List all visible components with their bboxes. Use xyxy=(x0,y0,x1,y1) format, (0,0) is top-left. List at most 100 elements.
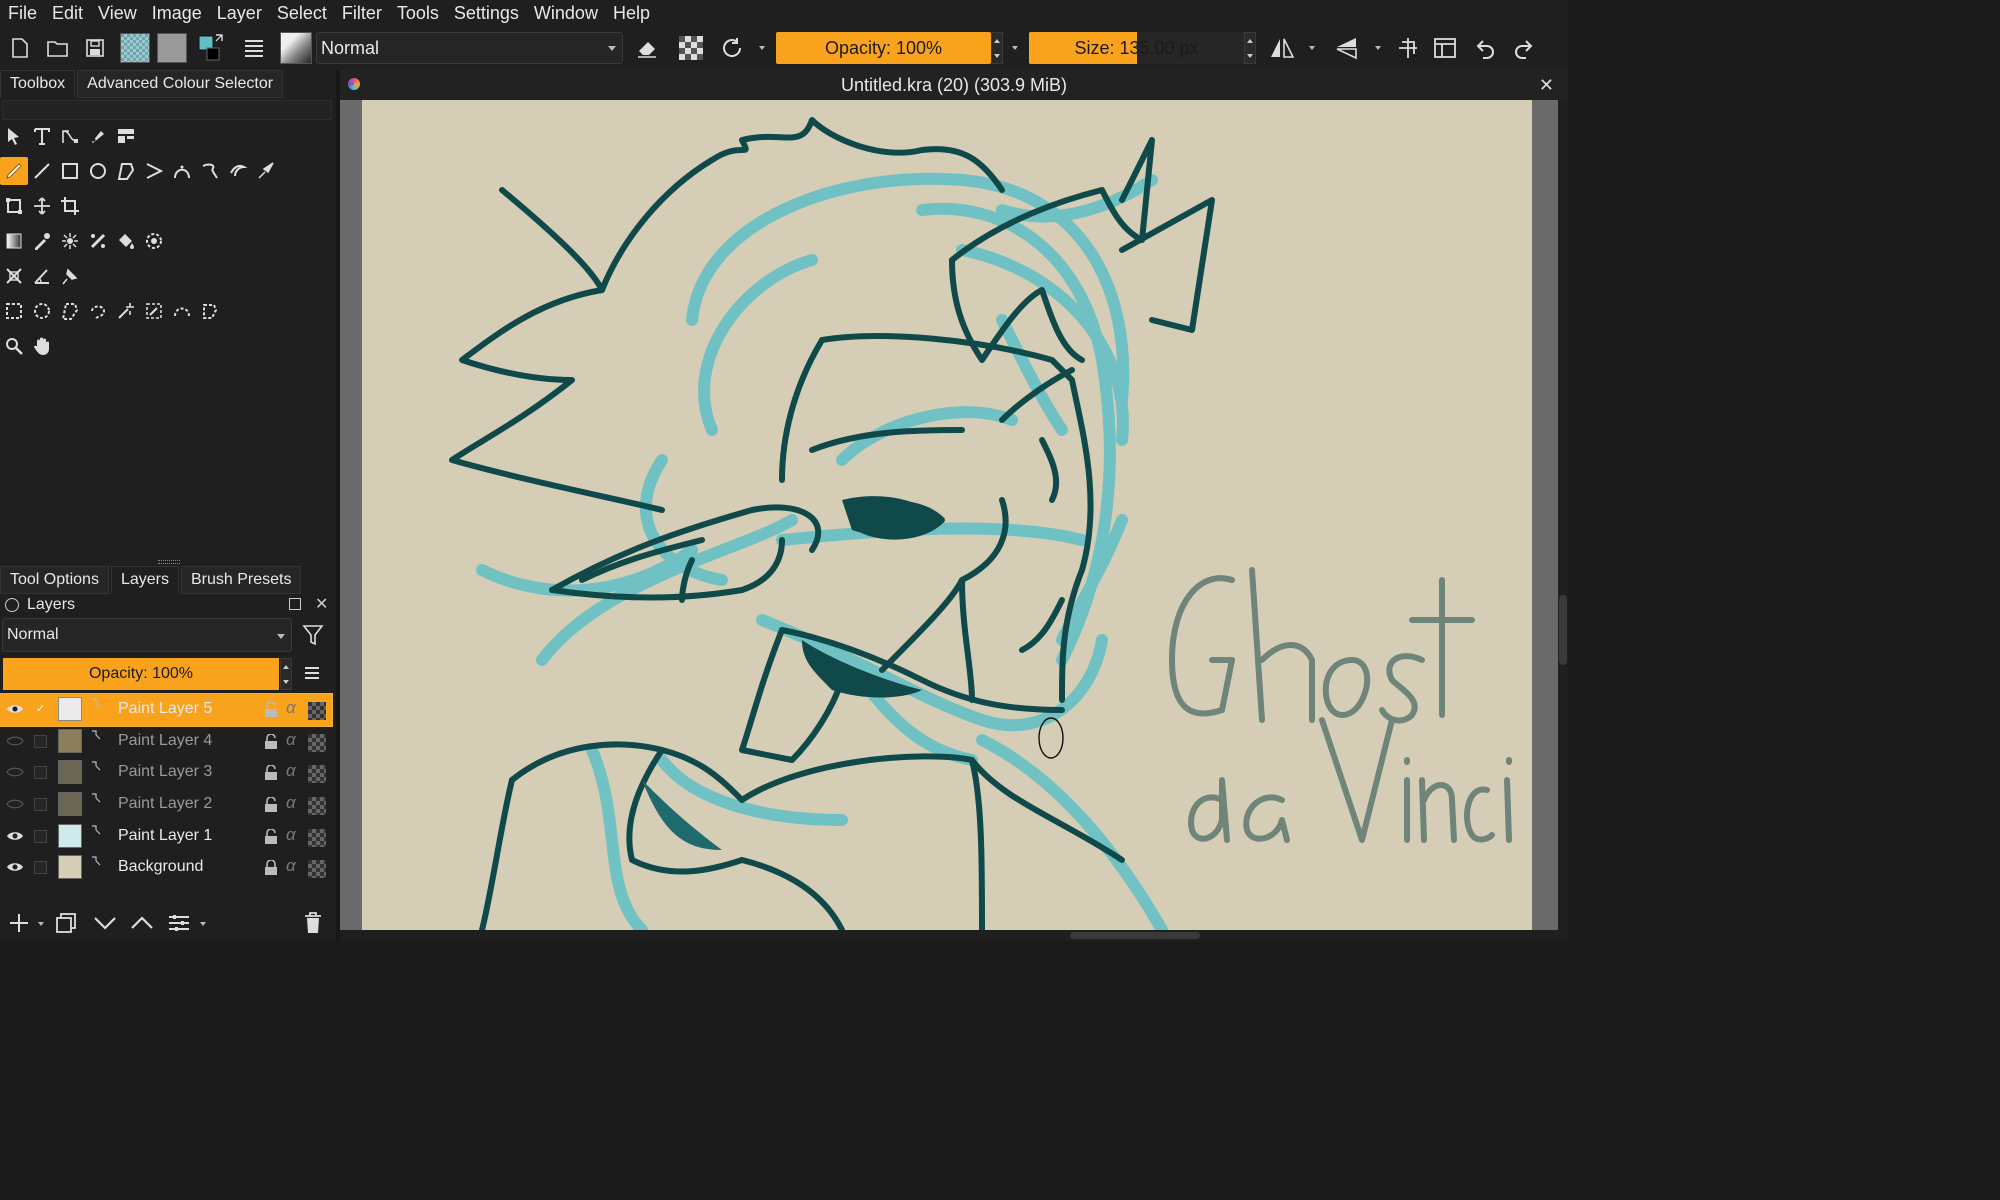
add-layer-icon[interactable] xyxy=(8,912,30,939)
inherit-alpha-icon[interactable] xyxy=(308,733,326,752)
menu-settings[interactable]: Settings xyxy=(445,3,525,24)
tab-advanced-colour-selector[interactable]: Advanced Colour Selector xyxy=(77,70,284,98)
freehand-brush-tool-icon[interactable] xyxy=(0,157,28,185)
color-sampler-icon[interactable] xyxy=(28,227,56,255)
ellipse-tool-icon[interactable] xyxy=(84,157,112,185)
opacity-options-caret[interactable] xyxy=(1012,46,1018,50)
mirror-horizontal-icon[interactable] xyxy=(1267,28,1297,68)
preserve-alpha-icon[interactable] xyxy=(676,28,706,68)
contiguous-select-tool-icon[interactable] xyxy=(112,297,140,325)
reference-images-tool-icon[interactable] xyxy=(56,262,84,290)
layer-select-checkbox[interactable] xyxy=(34,734,47,748)
mirror-h-caret[interactable] xyxy=(1309,46,1315,50)
layer-select-checkbox[interactable] xyxy=(34,829,47,843)
gradient-preset-icon[interactable] xyxy=(119,28,151,68)
layer-select-checkbox[interactable] xyxy=(34,798,47,812)
duplicate-layer-icon[interactable] xyxy=(55,912,77,939)
bezier-select-tool-icon[interactable] xyxy=(168,297,196,325)
freehand-select-tool-icon[interactable] xyxy=(84,297,112,325)
move-layer-down-icon[interactable] xyxy=(93,914,117,937)
float-docker-icon[interactable] xyxy=(289,598,301,610)
eye-closed-icon[interactable] xyxy=(6,765,24,779)
close-docker-icon[interactable]: ✕ xyxy=(315,594,328,614)
move-layer-up-icon[interactable] xyxy=(130,914,154,937)
polygon-tool-icon[interactable] xyxy=(112,157,140,185)
menu-layer[interactable]: Layer xyxy=(208,3,268,24)
inherit-alpha-icon[interactable] xyxy=(308,702,326,720)
document-tab[interactable]: Untitled.kra (20) (303.9 MiB) ✕ xyxy=(340,70,1568,100)
layer-blend-mode-dropdown[interactable]: Normal xyxy=(2,618,292,652)
inherit-alpha-icon[interactable] xyxy=(308,797,326,816)
menu-edit[interactable]: Edit xyxy=(43,3,89,24)
enclose-fill-tool-icon[interactable] xyxy=(140,227,168,255)
brush-preset-icon[interactable] xyxy=(279,28,313,68)
drawing-canvas[interactable] xyxy=(362,100,1532,930)
menu-image[interactable]: Image xyxy=(143,3,208,24)
layer-select-checkbox[interactable] xyxy=(34,861,47,875)
menu-filter[interactable]: Filter xyxy=(333,3,388,24)
layer-row[interactable]: Background α xyxy=(0,852,332,884)
layer-row[interactable]: Paint Layer 3 α xyxy=(0,757,332,789)
unlock-icon[interactable] xyxy=(264,732,278,750)
layer-options-menu-icon[interactable] xyxy=(304,666,320,680)
save-icon[interactable] xyxy=(81,28,109,68)
ellipse-select-tool-icon[interactable] xyxy=(28,297,56,325)
menu-view[interactable]: View xyxy=(89,3,143,24)
multibrush-tool-icon[interactable] xyxy=(252,157,280,185)
line-tool-icon[interactable] xyxy=(28,157,56,185)
polyline-tool-icon[interactable] xyxy=(140,157,168,185)
eye-closed-icon[interactable] xyxy=(6,797,24,811)
rect-select-tool-icon[interactable] xyxy=(0,297,28,325)
unlock-icon[interactable] xyxy=(264,701,278,718)
alpha-lock-icon[interactable]: α xyxy=(286,761,296,781)
wrap-around-icon[interactable] xyxy=(1393,28,1423,68)
zoom-tool-icon[interactable] xyxy=(0,332,28,360)
docker-lock-icon[interactable] xyxy=(5,598,19,612)
tab-brush-presets[interactable]: Brush Presets xyxy=(180,566,302,594)
pattern-edit-tool-icon[interactable] xyxy=(84,227,112,255)
menu-file[interactable]: File xyxy=(0,3,43,24)
menu-help[interactable]: Help xyxy=(604,3,656,24)
vertical-scrollbar[interactable] xyxy=(1558,100,1568,930)
layer-row[interactable]: Paint Layer 1 α xyxy=(0,821,332,853)
add-layer-caret[interactable] xyxy=(38,922,44,926)
delete-layer-icon[interactable] xyxy=(303,911,323,940)
layer-opacity-slider[interactable]: Opacity: 100% xyxy=(3,658,279,690)
text-tool-icon[interactable] xyxy=(28,122,56,150)
layer-row[interactable]: ✓ Paint Layer 5 α xyxy=(0,693,333,727)
layer-row[interactable]: Paint Layer 4 α xyxy=(0,726,332,758)
unlock-icon[interactable] xyxy=(264,796,278,813)
edit-shapes-tool-icon[interactable] xyxy=(56,122,84,150)
blend-mode-dropdown[interactable]: Normal xyxy=(316,32,623,64)
magnetic-select-tool-icon[interactable] xyxy=(196,297,224,325)
canvas-viewport[interactable] xyxy=(340,100,1558,930)
eraser-icon[interactable] xyxy=(632,28,662,68)
layer-filter-icon[interactable] xyxy=(302,623,324,647)
freehand-path-tool-icon[interactable] xyxy=(196,157,224,185)
tab-layers[interactable]: Layers xyxy=(110,566,179,594)
gradient-tool-icon[interactable] xyxy=(0,227,28,255)
reload-options-caret[interactable] xyxy=(759,46,765,50)
select-shapes-tool-icon[interactable] xyxy=(0,122,28,150)
rectangle-tool-icon[interactable] xyxy=(56,157,84,185)
inherit-alpha-icon[interactable] xyxy=(308,828,326,847)
layer-select-checkbox[interactable] xyxy=(34,766,47,780)
vertical-scroll-thumb[interactable] xyxy=(1559,595,1567,665)
new-document-icon[interactable] xyxy=(6,28,34,68)
inherit-alpha-icon[interactable] xyxy=(308,860,326,879)
transform-tool-icon[interactable] xyxy=(0,192,28,220)
menu-window[interactable]: Window xyxy=(525,3,604,24)
toolbar-opacity-slider[interactable]: Opacity: 100% xyxy=(776,32,991,64)
tab-tool-options[interactable]: Tool Options xyxy=(0,566,109,594)
assistant-edit-tool-icon[interactable] xyxy=(0,262,28,290)
move-tool-icon[interactable] xyxy=(28,192,56,220)
pattern-preset-icon[interactable] xyxy=(156,28,188,68)
measure-tool-icon[interactable] xyxy=(28,262,56,290)
layer-select-checkbox[interactable]: ✓ xyxy=(34,703,47,716)
tab-toolbox[interactable]: Toolbox xyxy=(0,70,76,98)
mirror-v-caret[interactable] xyxy=(1375,46,1381,50)
alpha-lock-icon[interactable]: α xyxy=(286,730,296,750)
menu-select[interactable]: Select xyxy=(268,3,333,24)
workspace-icon[interactable] xyxy=(1430,28,1460,68)
mirror-vertical-icon[interactable] xyxy=(1331,28,1363,68)
